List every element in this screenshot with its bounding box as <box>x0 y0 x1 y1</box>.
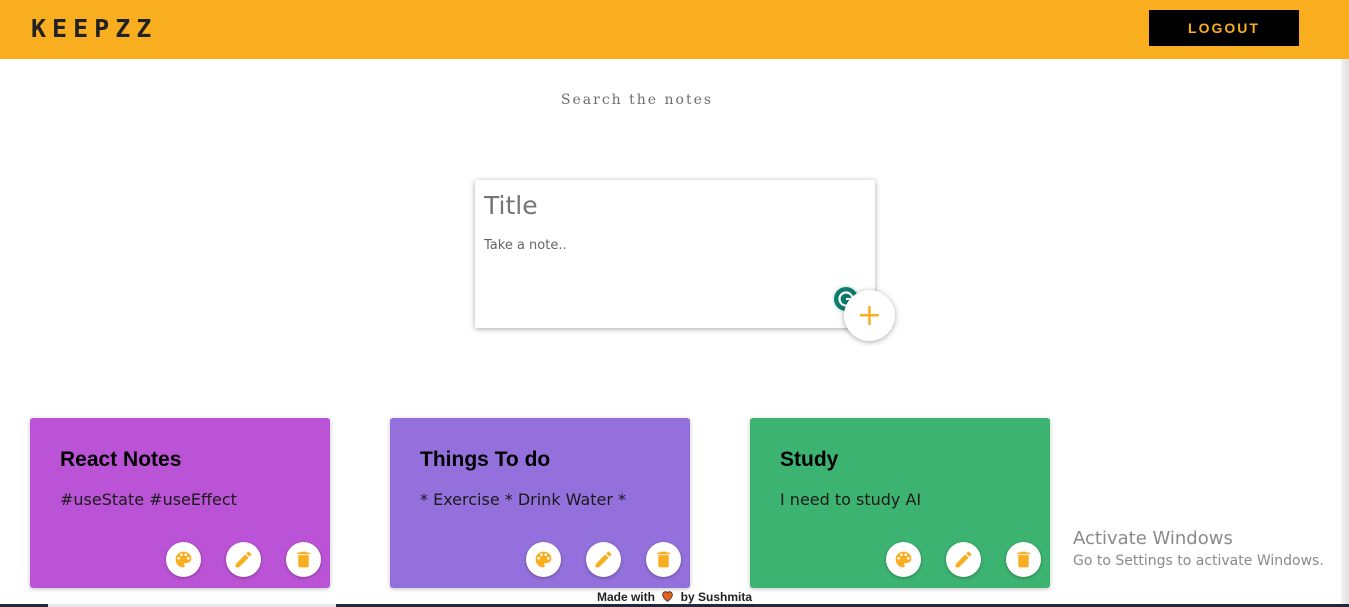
note-title: React Notes <box>60 448 182 471</box>
palette-icon <box>535 551 552 568</box>
trash-icon <box>297 551 310 568</box>
app-header: KEEPZZ LOGOUT <box>0 0 1349 59</box>
note-title: Things To do <box>420 448 551 471</box>
edit-button[interactable] <box>586 542 621 577</box>
footer-made-with: Made with <box>596 590 655 604</box>
footer-author: by Sushmita <box>680 590 753 604</box>
note-title-input[interactable] <box>484 188 844 222</box>
trash-icon <box>1017 551 1030 568</box>
delete-button[interactable] <box>286 542 321 577</box>
pencil-icon <box>235 551 252 568</box>
pencil-icon <box>595 551 612 568</box>
note-card: Study I need to study AI <box>750 418 1050 588</box>
edit-button[interactable] <box>946 542 981 577</box>
edit-button[interactable] <box>226 542 261 577</box>
add-note-button[interactable]: + <box>844 290 895 341</box>
note-body-textarea[interactable] <box>484 238 844 298</box>
palette-button[interactable] <box>526 542 561 577</box>
palette-icon <box>175 551 192 568</box>
search-input[interactable] <box>470 86 804 114</box>
heart-icon <box>661 590 674 605</box>
note-title: Study <box>780 448 839 471</box>
note-body: * Exercise * Drink Water * <box>420 490 627 509</box>
windows-watermark-title: Activate Windows <box>1073 528 1233 549</box>
note-body: I need to study AI <box>780 490 922 509</box>
scrollbar[interactable] <box>1341 59 1349 607</box>
palette-icon <box>895 551 912 568</box>
pencil-icon <box>955 551 972 568</box>
palette-button[interactable] <box>166 542 201 577</box>
palette-button[interactable] <box>886 542 921 577</box>
windows-watermark-subtitle: Go to Settings to activate Windows. <box>1073 553 1324 569</box>
delete-button[interactable] <box>1006 542 1041 577</box>
logout-button[interactable]: LOGOUT <box>1149 10 1299 46</box>
create-note-form <box>475 180 875 328</box>
note-card: React Notes #useState #useEffect <box>30 418 330 588</box>
app-logo: KEEPZZ <box>31 14 158 43</box>
trash-icon <box>657 551 670 568</box>
note-body: #useState #useEffect <box>60 490 237 509</box>
delete-button[interactable] <box>646 542 681 577</box>
note-card: Things To do * Exercise * Drink Water * <box>390 418 690 588</box>
